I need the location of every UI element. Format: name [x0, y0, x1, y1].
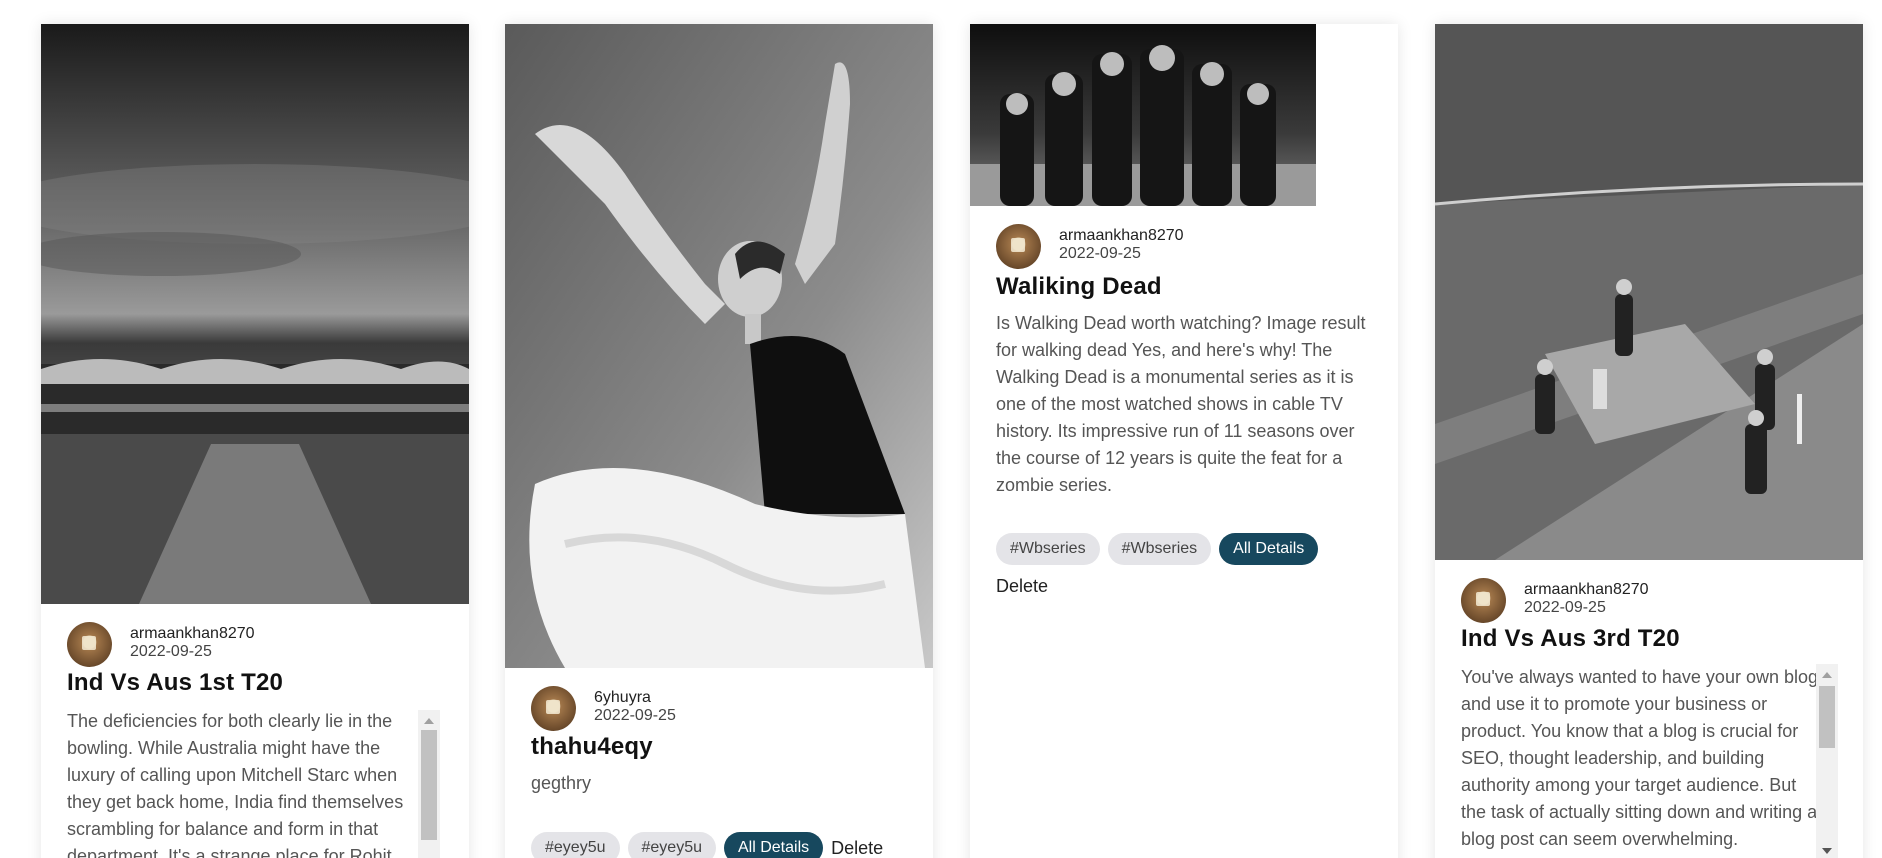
post-tags: #Wbseries #Wbseries All Details [996, 533, 1319, 565]
post-body: Is Walking Dead worth watching? Image re… [996, 313, 1366, 495]
avatar[interactable] [531, 686, 576, 731]
all-details-button[interactable]: All Details [1219, 533, 1319, 565]
post-meta: armaankhan8270 2022-09-25 [996, 224, 1184, 269]
scroll-up-arrow[interactable] [1822, 672, 1832, 678]
post-title[interactable]: Waliking Dead [996, 273, 1162, 301]
scroll-thumb[interactable] [1819, 686, 1835, 748]
avatar[interactable] [67, 622, 112, 667]
post-image [505, 24, 933, 668]
post-title[interactable]: Ind Vs Aus 3rd T20 [1461, 625, 1680, 653]
post-image [41, 24, 469, 604]
post-body: gegthry [531, 773, 592, 793]
post-title[interactable]: thahu4eqy [531, 733, 653, 761]
post-date: 2022-09-25 [130, 643, 212, 660]
scrollbar[interactable] [1816, 664, 1838, 858]
post-card: armaankhan8270 2022-09-25 Ind Vs Aus 1st… [41, 24, 469, 858]
scrollbar[interactable] [418, 710, 440, 858]
post-body: You've always wanted to have your own bl… [1461, 667, 1819, 849]
all-details-button[interactable]: All Details [724, 832, 824, 858]
post-meta: armaankhan8270 2022-09-25 [67, 622, 255, 667]
avatar[interactable] [996, 224, 1041, 269]
author-name[interactable]: armaankhan8270 [1059, 227, 1184, 245]
author-name[interactable]: 6yhuyra [594, 689, 676, 707]
post-image [1435, 24, 1863, 560]
post-title[interactable]: Ind Vs Aus 1st T20 [67, 669, 283, 697]
post-meta: armaankhan8270 2022-09-25 [1461, 578, 1649, 623]
post-meta: 6yhuyra 2022-09-25 [531, 686, 676, 731]
scroll-down-arrow[interactable] [1822, 848, 1832, 854]
author-name[interactable]: armaankhan8270 [130, 625, 255, 643]
delete-button[interactable]: Delete [831, 838, 883, 858]
post-body: The deficiencies for both clearly lie in… [67, 711, 404, 858]
delete-button[interactable]: Delete [996, 576, 1048, 597]
post-card: armaankhan8270 2022-09-25 Waliking Dead … [970, 24, 1398, 858]
post-date: 2022-09-25 [1524, 599, 1606, 616]
post-date: 2022-09-25 [1059, 245, 1141, 262]
post-card: armaankhan8270 2022-09-25 Ind Vs Aus 3rd… [1435, 24, 1863, 858]
hashtag[interactable]: #Wbseries [996, 533, 1100, 565]
avatar[interactable] [1461, 578, 1506, 623]
hashtag[interactable]: #eyey5u [627, 832, 716, 858]
hashtag[interactable]: #eyey5u [531, 832, 620, 858]
post-date: 2022-09-25 [594, 707, 676, 724]
scroll-up-arrow[interactable] [424, 718, 434, 724]
scroll-thumb[interactable] [421, 730, 437, 840]
hashtag[interactable]: #Wbseries [1107, 533, 1212, 565]
author-name[interactable]: armaankhan8270 [1524, 581, 1649, 599]
post-actions: #eyey5u #eyey5u All Details Delete [531, 832, 883, 858]
post-card: 6yhuyra 2022-09-25 thahu4eqy gegthry #ey… [505, 24, 933, 858]
post-image [970, 24, 1316, 206]
